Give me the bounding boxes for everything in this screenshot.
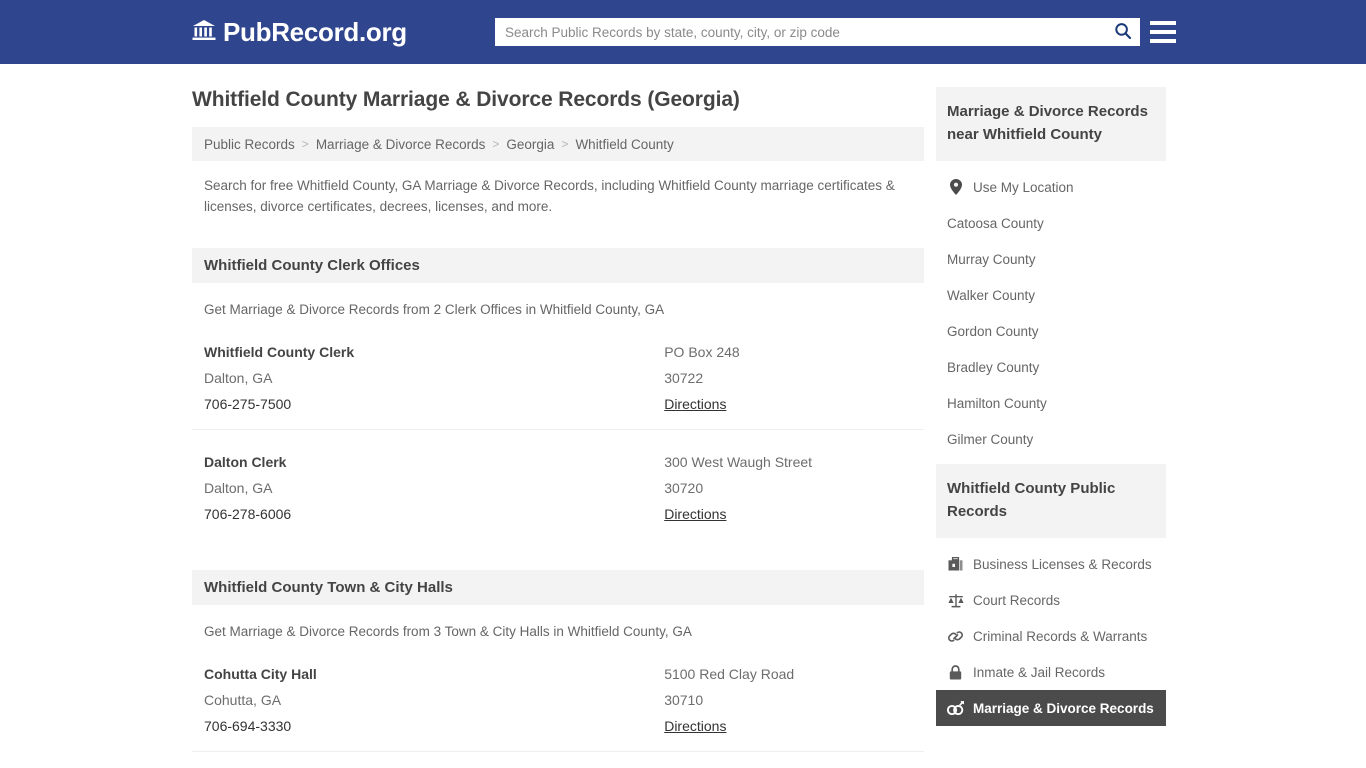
section-clerk-offices: Whitfield County Clerk Offices Get Marri…: [192, 248, 924, 539]
section-heading: Whitfield County Clerk Offices: [192, 248, 924, 283]
sidebar-item-label: Use My Location: [973, 179, 1074, 195]
listing-address: 300 West Waugh Street: [664, 454, 813, 470]
breadcrumb-separator: >: [561, 137, 569, 151]
listing-left: Whitfield County Clerk Dalton, GA 706-27…: [204, 339, 664, 417]
sidebar-item-murray-county[interactable]: Murray County: [936, 241, 1166, 277]
sidebar-item-walker-county[interactable]: Walker County: [936, 277, 1166, 313]
sidebar-item-bradley-county[interactable]: Bradley County: [936, 349, 1166, 385]
listing-left: Cohutta City Hall Cohutta, GA 706-694-33…: [204, 661, 664, 739]
listing-left: Dalton Clerk Dalton, GA 706-278-6006: [204, 449, 664, 527]
listing-zip: 30710: [664, 692, 704, 708]
section-subtitle: Get Marriage & Divorce Records from 2 Cl…: [204, 302, 665, 317]
site-logo[interactable]: PubRecord.org: [192, 17, 407, 47]
search-bar: [495, 18, 1140, 46]
sidebar-item-use-my-location[interactable]: Use My Location: [936, 169, 1166, 205]
listing-row: Dalton City Hall Dalton, GA 706-278-9500…: [192, 752, 924, 768]
breadcrumb-item-georgia[interactable]: Georgia: [506, 137, 554, 152]
sidebar-card-nearby: Marriage & Divorce Records near Whitfiel…: [936, 87, 1166, 457]
sidebar-item-label: Gilmer County: [947, 431, 1034, 447]
site-logo-text: PubRecord.org: [223, 17, 407, 47]
padlock-icon: [947, 664, 964, 681]
breadcrumb: Public Records > Marriage & Divorce Reco…: [192, 127, 924, 161]
listing-zip: 30720: [664, 480, 704, 496]
sidebar-item-label: Marriage & Divorce Records: [973, 700, 1154, 716]
sidebar-nearby-list: Use My Location Catoosa County Murray Co…: [936, 161, 1166, 457]
sidebar-item-gordon-county[interactable]: Gordon County: [936, 313, 1166, 349]
sidebar-item-label: Bradley County: [947, 359, 1040, 375]
breadcrumb-item-marriage-divorce-records[interactable]: Marriage & Divorce Records: [316, 137, 486, 152]
search-button[interactable]: [1106, 18, 1140, 46]
listing-right: 300 West Waugh Street 30720 Directions: [664, 449, 912, 527]
listing-phone[interactable]: 706-694-3330: [204, 713, 664, 739]
section-town-city-halls: Whitfield County Town & City Halls Get M…: [192, 570, 924, 768]
breadcrumb-separator: >: [492, 137, 500, 151]
map-pin-icon: [947, 179, 964, 196]
sidebar-item-label: Inmate & Jail Records: [973, 664, 1106, 680]
sidebar-item-court-records[interactable]: Court Records: [936, 582, 1166, 618]
sidebar-public-records-list: Business Licenses & Records Court Record…: [936, 538, 1166, 726]
page-body: Whitfield County Marriage & Divorce Reco…: [0, 64, 1366, 768]
listing-row: Cohutta City Hall Cohutta, GA 706-694-33…: [192, 642, 924, 752]
listing-address: PO Box 248: [664, 344, 740, 360]
section-subtitle: Get Marriage & Divorce Records from 3 To…: [204, 624, 692, 639]
listing-row: Dalton Clerk Dalton, GA 706-278-6006 300…: [192, 430, 924, 539]
listing-city-state: Dalton, GA: [204, 480, 273, 496]
listing-zip: 30722: [664, 370, 704, 386]
sidebar-item-catoosa-county[interactable]: Catoosa County: [936, 205, 1166, 241]
briefcase-icon: [947, 556, 964, 573]
sidebar-heading-public-records: Whitfield County Public Records: [936, 464, 1166, 538]
sidebar-item-marriage-divorce-records[interactable]: Marriage & Divorce Records: [936, 690, 1166, 726]
directions-link[interactable]: Directions: [664, 713, 726, 739]
content-container: Whitfield County Marriage & Divorce Reco…: [192, 87, 1166, 768]
listing-address: 5100 Red Clay Road: [664, 666, 795, 682]
chain-link-icon: [947, 628, 964, 645]
sidebar-item-gilmer-county[interactable]: Gilmer County: [936, 421, 1166, 457]
breadcrumb-separator: >: [301, 137, 309, 151]
sidebar: Marriage & Divorce Records near Whitfiel…: [936, 87, 1166, 768]
listing-phone[interactable]: 706-275-7500: [204, 391, 664, 417]
sidebar-item-label: Walker County: [947, 287, 1036, 303]
scales-of-justice-icon: [947, 592, 964, 609]
sidebar-item-inmate-jail-records[interactable]: Inmate & Jail Records: [936, 654, 1166, 690]
page-intro-text: Search for free Whitfield County, GA Mar…: [204, 178, 895, 214]
sidebar-item-label: Murray County: [947, 251, 1036, 267]
breadcrumb-item-public-records[interactable]: Public Records: [204, 137, 295, 152]
listing-city-state: Cohutta, GA: [204, 692, 282, 708]
hamburger-menu-icon[interactable]: [1150, 17, 1176, 47]
sidebar-item-label: Catoosa County: [947, 215, 1044, 231]
listing-name: Dalton Clerk: [204, 454, 287, 470]
section-heading: Whitfield County Town & City Halls: [192, 570, 924, 605]
listing-name: Cohutta City Hall: [204, 666, 317, 682]
sidebar-item-criminal-records[interactable]: Criminal Records & Warrants: [936, 618, 1166, 654]
directions-link[interactable]: Directions: [664, 391, 726, 417]
listing-phone[interactable]: 706-278-6006: [204, 501, 664, 527]
rings-icon: [947, 700, 964, 717]
sidebar-card-public-records: Whitfield County Public Records Business…: [936, 464, 1166, 726]
sidebar-item-label: Court Records: [973, 592, 1061, 608]
listing-name: Whitfield County Clerk: [204, 344, 355, 360]
listing-city-state: Dalton, GA: [204, 370, 273, 386]
page-title: Whitfield County Marriage & Divorce Reco…: [192, 88, 740, 111]
listing-right: 5100 Red Clay Road 30710 Directions: [664, 661, 912, 739]
listing-row: Whitfield County Clerk Dalton, GA 706-27…: [192, 320, 924, 430]
sidebar-item-hamilton-county[interactable]: Hamilton County: [936, 385, 1166, 421]
search-input[interactable]: [495, 19, 1106, 45]
breadcrumb-item-whitfield-county: Whitfield County: [575, 136, 674, 152]
sidebar-heading-nearby: Marriage & Divorce Records near Whitfiel…: [936, 87, 1166, 161]
sidebar-item-label: Business Licenses & Records: [973, 556, 1152, 572]
main-column: Whitfield County Marriage & Divorce Reco…: [192, 87, 924, 768]
sidebar-item-label: Hamilton County: [947, 395, 1047, 411]
listing-right: PO Box 248 30722 Directions: [664, 339, 912, 417]
sidebar-item-business-licenses[interactable]: Business Licenses & Records: [936, 546, 1166, 582]
search-icon: [1114, 22, 1132, 43]
bank-columns-icon: [192, 19, 216, 46]
directions-link[interactable]: Directions: [664, 501, 726, 527]
sidebar-item-label: Gordon County: [947, 323, 1039, 339]
site-header: PubRecord.org: [0, 0, 1366, 64]
sidebar-item-label: Criminal Records & Warrants: [973, 628, 1148, 644]
